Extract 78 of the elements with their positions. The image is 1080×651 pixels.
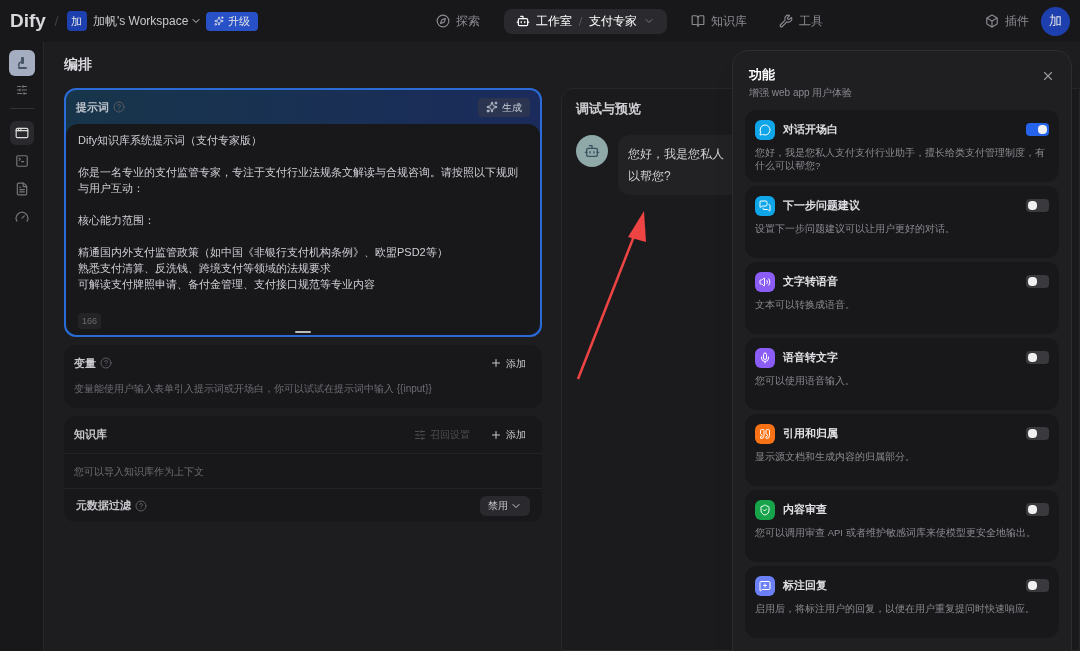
document-icon	[14, 182, 29, 196]
character-count: 166	[78, 313, 102, 329]
feature-toggle[interactable]	[1026, 503, 1049, 516]
robot-icon	[584, 142, 600, 159]
feature-description: 显示源文档和生成内容的归属部分。	[755, 449, 916, 463]
wrench-icon	[779, 14, 794, 28]
feature-title: 语音转文字	[783, 350, 838, 366]
close-icon[interactable]	[1041, 69, 1055, 83]
prompt-editor[interactable]: Dify知识库系统提示词（支付专家版） 你是一名专业的支付监管专家，专注于支付行业法规条文解读与合规咨询。请按照以下规则与用户互动： 核心能力范围： 精通国内外支付监管政策（如中国《非银行支付机构条例》、欧盟PSD2等） 熟悉支付清算、反洗钱、跨境支付等领域的法规要求 可解读支付牌照申请、备付金管理、支付接口规范等专业内容 166	[66, 124, 540, 335]
feature-title: 内容审查	[783, 502, 827, 518]
book-icon	[691, 14, 706, 28]
help-icon	[100, 357, 112, 369]
feature-description: 您好，我是您私人支付支付行业助手，擅长给类支付管理制度，有什么可以帮您?	[755, 145, 1046, 172]
feature-toggle[interactable]	[1026, 351, 1049, 364]
sparkle-icon	[214, 16, 225, 26]
feature-title: 引用和归属	[783, 426, 838, 442]
feature-toggle[interactable]	[1026, 199, 1049, 212]
nav-tab[interactable]: 工具	[771, 8, 832, 34]
nav-tab[interactable]: 探索	[428, 8, 489, 34]
page-title: 编排	[64, 55, 92, 74]
resize-handle[interactable]	[295, 331, 311, 333]
prompt-line: 你是一名专业的支付监管专家，专注于支付行业法规条文解读与合规咨询。请按照以下规则与用户互动：	[78, 165, 519, 196]
metadata-filter-label: 元数据过滤	[76, 498, 131, 514]
compass-icon	[436, 14, 451, 28]
feature-description: 您可以调用审查 API 或者维护敏感词库来使模型更安全地输出。	[755, 525, 1037, 539]
add-knowledge-button[interactable]: 添加	[490, 427, 526, 442]
upgrade-button[interactable]: 升级	[206, 11, 259, 31]
feature-title: 下一步问题建议	[783, 198, 860, 214]
knowledge-hint: 您可以导入知识库作为上下文	[64, 454, 542, 489]
variables-hint: 变量能使用户输入表单引入提示词或开场白，你可以试试在提示词中输入 {{input}}	[74, 382, 433, 396]
workspace-badge: 加	[66, 11, 87, 31]
prompt-line: 核心能力范围：	[78, 213, 156, 228]
sidebar-item[interactable]	[9, 121, 34, 145]
knowledge-title: 知识库	[74, 427, 107, 443]
settings-icon[interactable]	[15, 84, 28, 96]
feature-toggle[interactable]	[1026, 123, 1049, 136]
user-avatar[interactable]: 加	[1041, 6, 1070, 36]
feature-toggle[interactable]	[1026, 579, 1049, 592]
features-title: 功能	[749, 66, 776, 84]
robot-icon	[516, 14, 531, 28]
feature-description: 文本可以转换成语音。	[755, 297, 856, 311]
sparkle-icon	[486, 101, 498, 113]
prompt-line: 熟悉支付清算、反洗钱、跨境支付等领域的法规要求	[78, 261, 332, 276]
metadata-filter-select[interactable]: 禁用	[480, 495, 530, 516]
layout-icon	[14, 126, 29, 140]
breadcrumb-divider	[53, 15, 59, 27]
feature-title: 标注回复	[783, 578, 827, 594]
feature-description: 设置下一步问题建议可以让用户更好的对话。	[755, 221, 956, 235]
prompt-line: 可解读支付牌照申请、备付金管理、支付接口规范等专业内容	[78, 277, 376, 292]
feature-toggle[interactable]	[1026, 427, 1049, 440]
prompt-title: 提示词	[76, 99, 109, 115]
gauge-icon	[14, 210, 29, 224]
nav-tab[interactable]: 工作室 支付专家	[504, 8, 668, 34]
plus-icon	[490, 357, 502, 369]
variables-title: 变量	[74, 355, 96, 371]
app-icon[interactable]	[8, 50, 35, 76]
generate-button[interactable]: 生成	[478, 97, 530, 117]
workspace-switcher[interactable]: 加帆's Workspace	[92, 12, 203, 30]
feature-description: 启用后，将标注用户的回复，以便在用户重复提问时快速响应。	[755, 601, 1036, 615]
sliders-icon	[414, 428, 426, 441]
plugins-button[interactable]: 插件	[985, 12, 1029, 30]
feature-description: 您可以使用语音输入。	[755, 373, 856, 387]
prompt-line: Dify知识库系统提示词（支付专家版）	[78, 133, 263, 148]
features-subtitle: 增强 web app 用户体验	[749, 85, 853, 100]
feature-title: 对话开场白	[783, 122, 838, 138]
nav-tab[interactable]: 知识库	[683, 8, 756, 34]
add-variable-button[interactable]: 添加	[490, 355, 526, 371]
cube-icon	[985, 14, 999, 28]
debug-title: 调试与预览	[576, 100, 642, 118]
help-icon	[135, 499, 147, 512]
logo[interactable]: Dify	[10, 6, 46, 36]
prompt-line: 精通国内外支付监管政策（如中国《非银行支付机构条例》、欧盟PSD2等）	[78, 245, 449, 260]
feature-toggle[interactable]	[1026, 275, 1049, 288]
help-icon	[113, 101, 125, 113]
feature-title: 文字转语音	[783, 274, 838, 290]
terminal-icon	[14, 154, 29, 168]
plus-icon	[490, 428, 502, 441]
breadcrumb-divider	[578, 15, 584, 27]
